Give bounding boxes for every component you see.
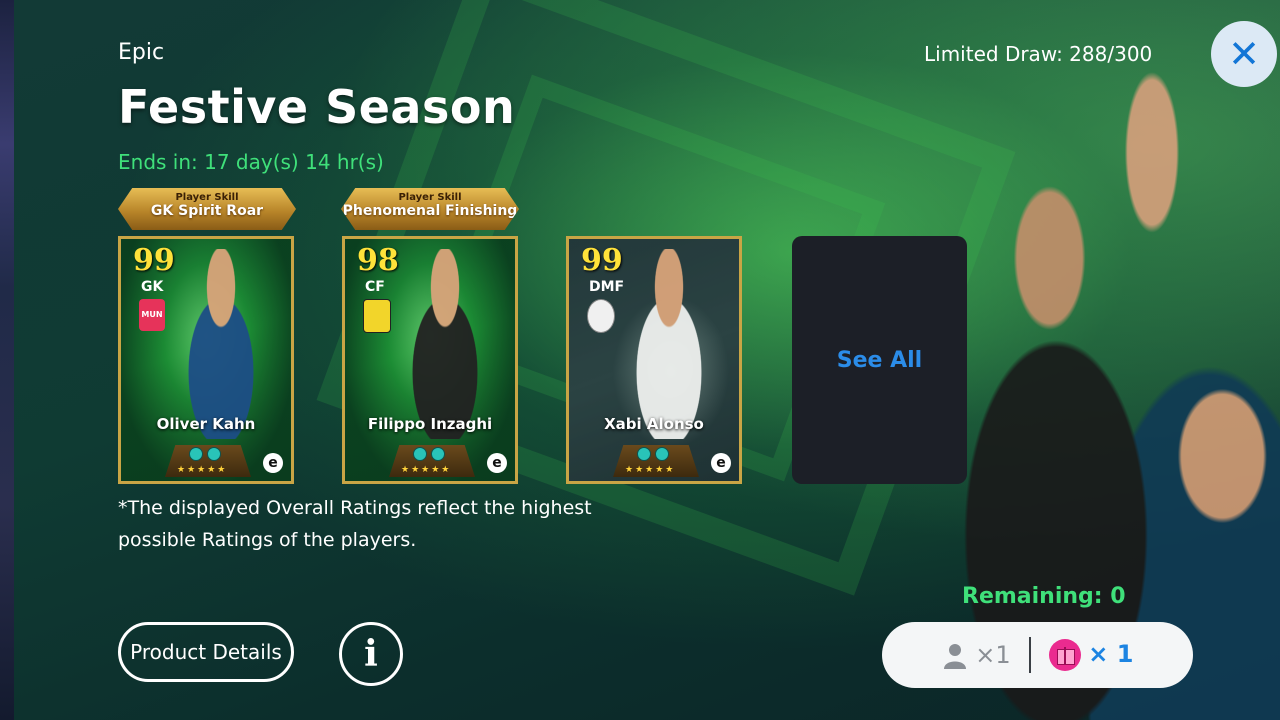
efootball-logo-icon: e	[263, 453, 283, 473]
efootball-logo-icon: e	[711, 453, 731, 473]
player-card[interactable]: 99 GK MUN Oliver Kahn ★★★★★ e	[118, 236, 294, 484]
skill-tag-caption: Player Skill	[175, 192, 239, 203]
limited-draw-counter: Limited Draw: 288/300	[924, 42, 1153, 66]
player-portrait	[391, 249, 499, 439]
card-player-name: Xabi Alonso	[604, 415, 704, 433]
player-card[interactable]: 98 CF Filippo Inzaghi ★★★★★ e	[342, 236, 518, 484]
player-portrait	[615, 249, 723, 439]
club-crest-icon	[587, 299, 615, 333]
skill-tag-name: Phenomenal Finishing	[342, 203, 518, 219]
card-dots	[413, 447, 445, 461]
info-button[interactable]: i	[339, 622, 403, 686]
skill-tag: Player Skill GK Spirit Roar	[118, 188, 296, 230]
club-crest-icon: MUN	[139, 299, 165, 331]
card-stars: ★★★★★	[401, 465, 452, 475]
countdown-text: Ends in: 17 day(s) 14 hr(s)	[118, 150, 384, 174]
hero-players-artwork	[960, 60, 1280, 720]
rarity-label: Epic	[118, 40, 165, 65]
gift-ticket-icon	[1048, 639, 1081, 671]
card-stars: ★★★★★	[625, 465, 676, 475]
info-icon: i	[364, 633, 378, 675]
skill-tag-caption: Player Skill	[398, 192, 462, 203]
draw-player-count: ×1	[975, 640, 1011, 669]
draw-player-cost: ×1	[942, 641, 1011, 670]
player-card[interactable]: 99 DMF Xabi Alonso ★★★★★ e	[566, 236, 742, 484]
left-edge-strip	[0, 0, 14, 720]
player-portrait	[167, 249, 275, 439]
card-position: GK	[141, 279, 164, 295]
draw-button[interactable]: ×1 × 1	[882, 622, 1193, 688]
card-position: DMF	[589, 279, 625, 295]
close-button[interactable]: ✕	[1211, 21, 1277, 87]
card-rating: 98	[357, 243, 399, 278]
remaining-counter: Remaining: 0	[962, 584, 1126, 609]
product-details-button[interactable]: Product Details	[118, 622, 294, 682]
draw-divider	[1028, 637, 1031, 673]
skill-tag: Player Skill Phenomenal Finishing	[341, 188, 519, 230]
efootball-logo-icon: e	[487, 453, 507, 473]
person-icon	[943, 643, 966, 669]
see-all-button[interactable]: See All	[792, 236, 967, 484]
draw-gift-count: × 1	[1088, 640, 1134, 668]
card-rating: 99	[581, 243, 623, 278]
card-stars: ★★★★★	[177, 465, 228, 475]
draw-gift-cost: × 1	[1048, 639, 1134, 671]
card-dots	[637, 447, 669, 461]
card-player-name: Oliver Kahn	[156, 415, 256, 433]
card-dots	[189, 447, 221, 461]
skill-tag-name: GK Spirit Roar	[150, 203, 264, 219]
close-icon: ✕	[1228, 32, 1260, 76]
card-player-name: Filippo Inzaghi	[367, 415, 493, 433]
club-crest-icon	[363, 299, 391, 333]
page-title: Festive Season	[118, 80, 516, 134]
card-position: CF	[365, 279, 385, 295]
ratings-footnote: *The displayed Overall Ratings reflect t…	[118, 497, 592, 551]
card-rating: 99	[133, 243, 175, 278]
